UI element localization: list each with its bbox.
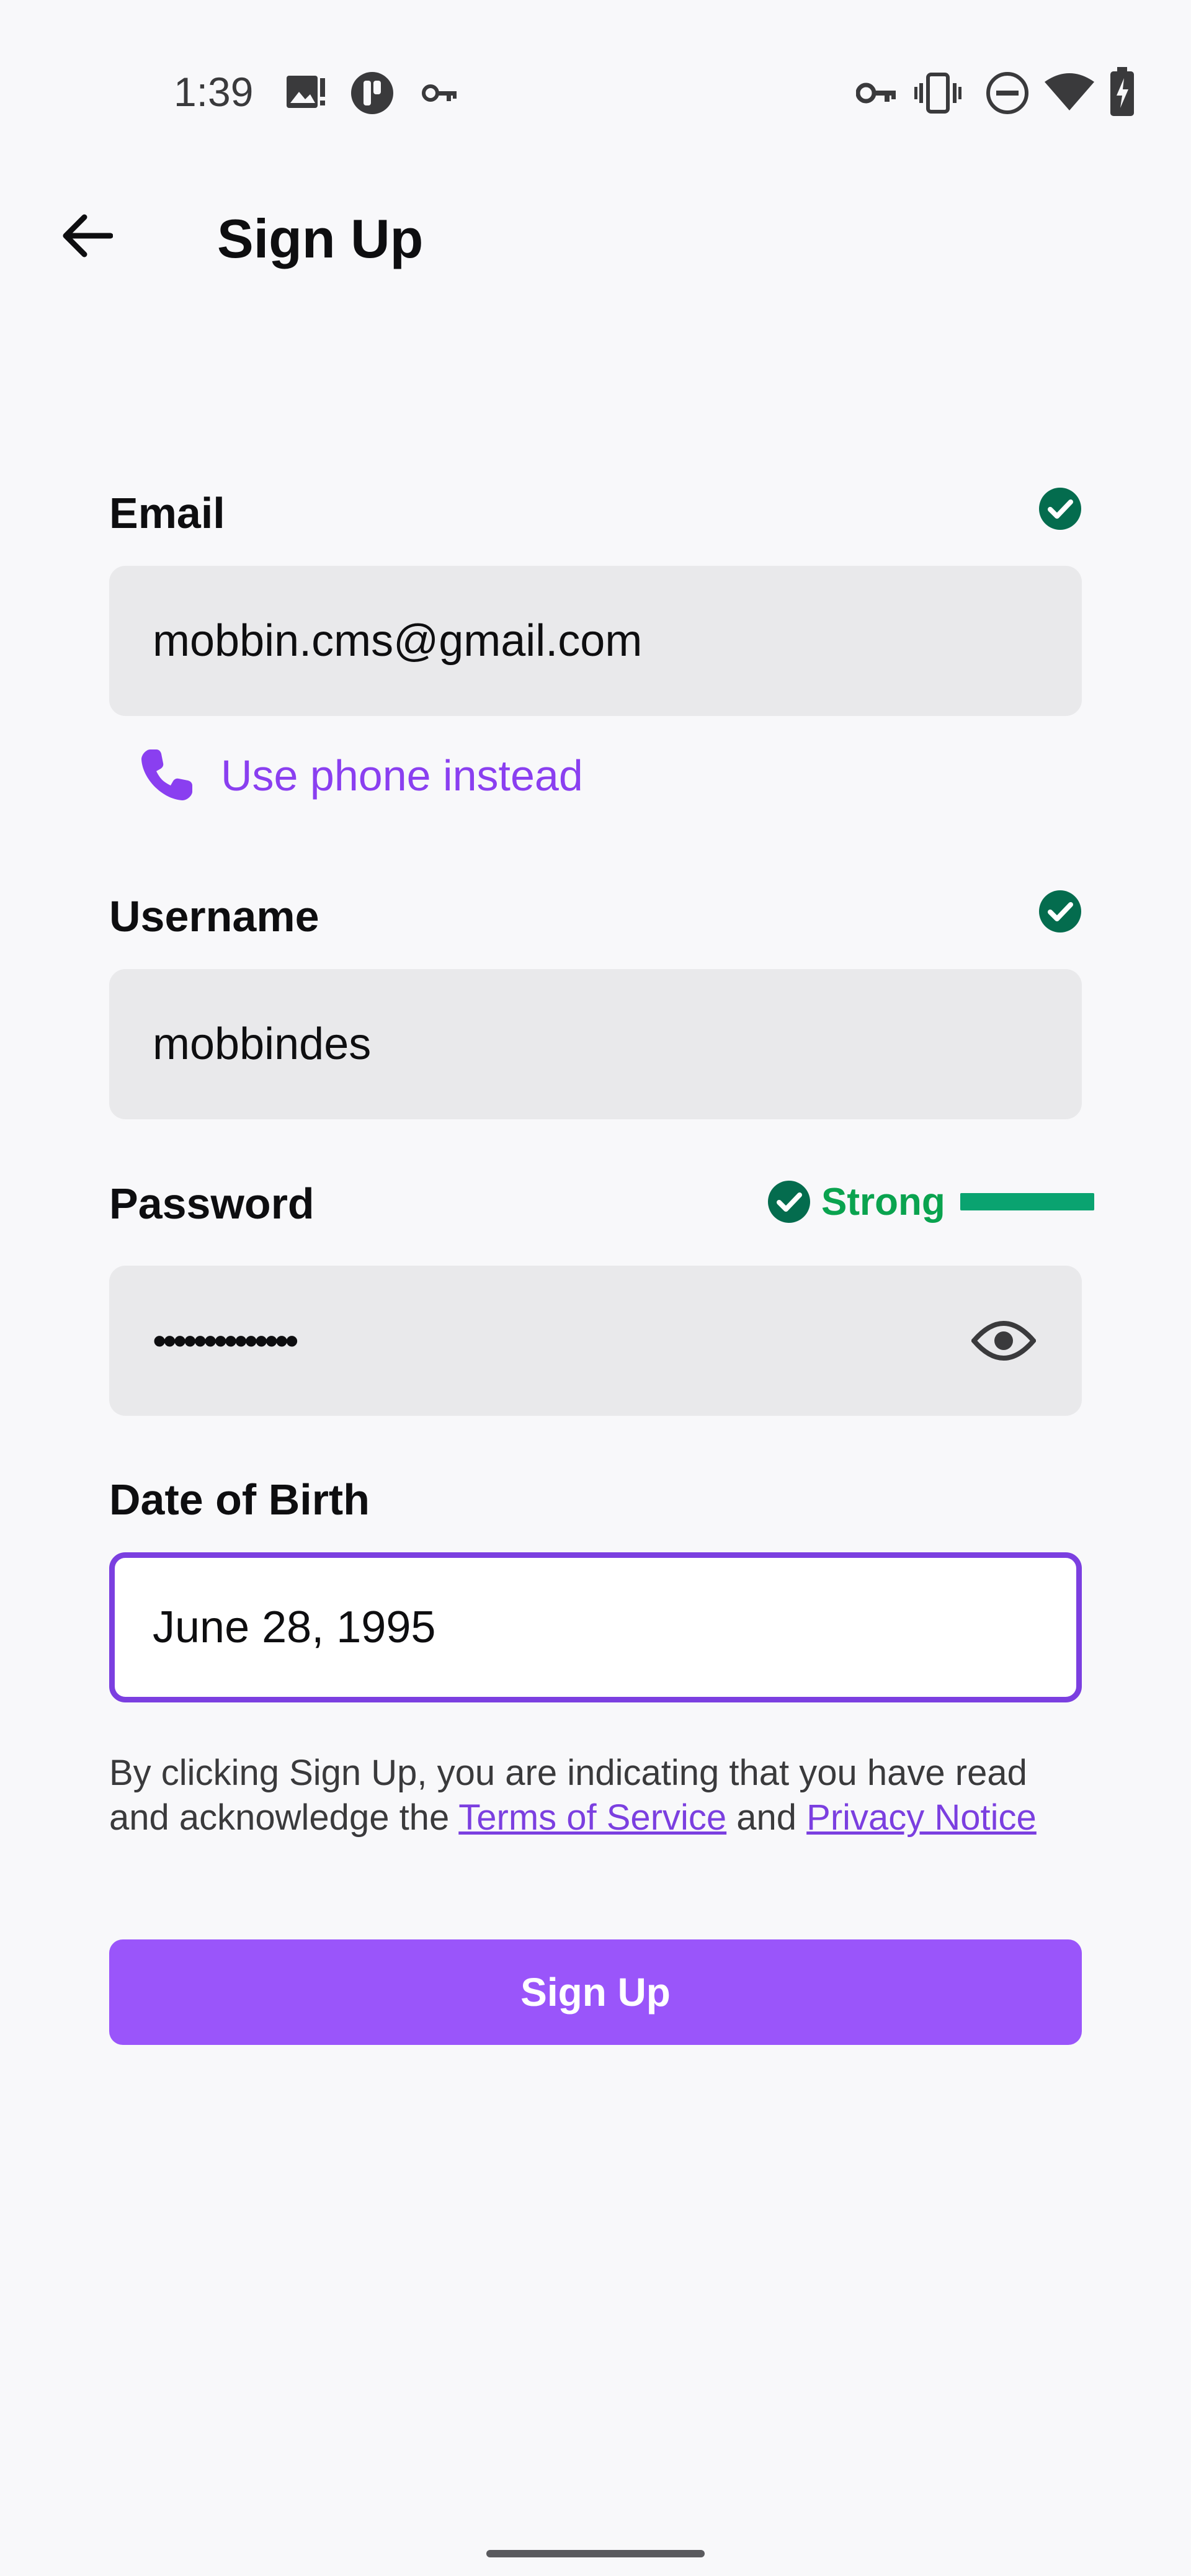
password-strength-bar bbox=[960, 1193, 1094, 1210]
username-valid-check-icon bbox=[1039, 890, 1081, 932]
phone-icon bbox=[141, 749, 192, 800]
password-masked-value: •••••••••••••• bbox=[153, 1318, 299, 1363]
dob-label: Date of Birth bbox=[109, 1475, 370, 1524]
legal-notice: By clicking Sign Up, you are indicating … bbox=[109, 1751, 1082, 1840]
password-strength-fill bbox=[960, 1193, 1094, 1210]
dob-value: June 28, 1995 bbox=[153, 1603, 436, 1652]
app-badge-icon bbox=[351, 72, 393, 114]
vpn-key-icon bbox=[856, 83, 896, 104]
username-field[interactable]: mobbindes bbox=[109, 969, 1082, 1119]
username-label: Username bbox=[109, 892, 319, 941]
home-indicator[interactable] bbox=[486, 2550, 705, 2557]
email-field[interactable]: mobbin.cms@gmail.com bbox=[109, 566, 1082, 716]
vibrate-icon bbox=[914, 73, 961, 114]
password-label: Password bbox=[109, 1179, 314, 1228]
back-button[interactable] bbox=[50, 199, 124, 273]
strength-check-icon bbox=[768, 1181, 810, 1223]
dob-field[interactable]: June 28, 1995 bbox=[109, 1552, 1082, 1702]
arrow-back-icon bbox=[63, 214, 113, 257]
do-not-disturb-icon bbox=[986, 72, 1028, 114]
username-value: mobbindes bbox=[153, 1019, 372, 1069]
email-label: Email bbox=[109, 489, 225, 537]
wifi-icon bbox=[1045, 73, 1094, 110]
status-time: 1:39 bbox=[174, 69, 254, 115]
email-value: mobbin.cms@gmail.com bbox=[153, 616, 643, 666]
password-field[interactable]: •••••••••••••• bbox=[109, 1266, 1082, 1416]
page-title: Sign Up bbox=[217, 208, 424, 269]
terms-of-service-link[interactable]: Terms of Service bbox=[458, 1797, 726, 1838]
password-strength-indicator: Strong bbox=[767, 1174, 1094, 1230]
privacy-notice-link[interactable]: Privacy Notice bbox=[806, 1797, 1037, 1838]
status-bar: 1:39 bbox=[0, 0, 1191, 186]
password-strength-label: Strong bbox=[821, 1180, 945, 1223]
use-phone-instead-label: Use phone instead bbox=[221, 751, 583, 800]
image-alert-icon bbox=[287, 76, 325, 108]
toggle-password-visibility-button[interactable] bbox=[960, 1266, 1047, 1416]
battery-charging-icon bbox=[1110, 67, 1134, 116]
email-valid-check-icon bbox=[1039, 488, 1081, 530]
key-icon bbox=[422, 84, 457, 102]
sign-up-button[interactable]: Sign Up bbox=[109, 1939, 1082, 2045]
legal-text-middle: and bbox=[726, 1797, 807, 1838]
use-phone-instead-link[interactable]: Use phone instead bbox=[136, 738, 583, 813]
eye-icon bbox=[971, 1321, 1036, 1361]
